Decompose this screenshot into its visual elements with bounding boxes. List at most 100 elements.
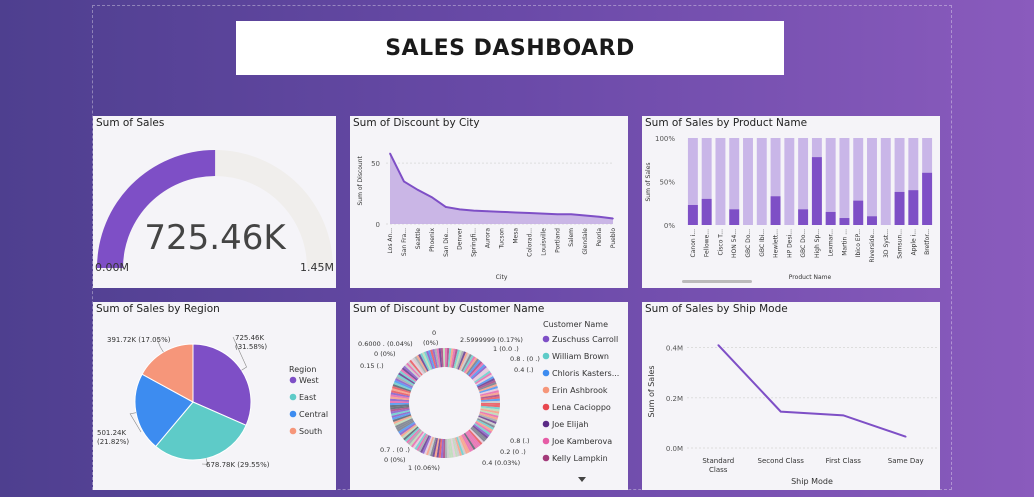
customer-data-label: 2.5999999 (0.17%) <box>460 336 523 344</box>
product-bar-remainder <box>743 138 753 225</box>
city-point <box>612 217 614 220</box>
customer-legend-label: William Brown <box>552 352 609 361</box>
city-point <box>458 208 461 211</box>
city-x-tick: Mesa <box>512 228 519 244</box>
region-slice-label: 725.46K <box>235 334 264 342</box>
shipmode-x-axis-label: Ship Mode <box>791 477 833 486</box>
shipmode-point <box>779 410 782 413</box>
product-x-tick: Canon i... <box>690 229 697 258</box>
product-x-tick: Cisco T... <box>717 229 724 256</box>
city-x-tick: Aurora <box>485 228 492 248</box>
region-legend-label: West <box>299 376 319 385</box>
city-point <box>500 211 503 213</box>
city-point <box>570 213 572 216</box>
city-point <box>403 180 405 183</box>
product-bar <box>729 209 740 225</box>
customer-legend-label: Lena Cacioppo <box>552 403 611 412</box>
product-bar-remainder <box>880 138 891 225</box>
customer-legend-marker <box>542 437 550 445</box>
region-pie-chart: 725.46K(31.58%) 678.78K (29.55%) 501.24K(2… <box>97 334 328 469</box>
region-slice-label: 678.78K (29.55%) <box>206 461 270 469</box>
customer-discount-card[interactable]: Sum of Discount by Customer Name 0 (0%) 2.… <box>350 302 628 490</box>
region-legend-marker <box>289 410 297 418</box>
dashboard-title-box: SALES DASHBOARD <box>236 21 784 75</box>
shipmode-line-chart: 0.0M 0.2M 0.4M Sum of Sales StandardClass Sec… <box>647 344 937 486</box>
product-x-tick: GBC Do... <box>745 229 752 258</box>
product-x-tick: Apple i... <box>910 229 917 255</box>
city-point <box>598 215 600 218</box>
region-sales-card[interactable]: Sum of Sales by Region 725.46K (31.58%) 67… <box>93 302 336 490</box>
city-point <box>417 189 419 191</box>
product-x-tick: 3D Syst... <box>883 229 890 258</box>
shipmode-sales-card[interactable]: Sum of Sales by Ship Mode 0.0M 0.2M 0.4M Su… <box>642 302 940 490</box>
product-x-tick: Riverside... <box>869 229 876 263</box>
customer-legend-marker <box>542 386 550 394</box>
product-x-tick: Fellowe... <box>704 229 711 257</box>
shipmode-line <box>717 344 907 438</box>
city-y-axis-label: Sum of Discount <box>357 155 364 205</box>
dashboard-title: SALES DASHBOARD <box>385 35 635 61</box>
customer-legend-marker <box>542 454 550 462</box>
product-y-tick: 100% <box>655 135 675 143</box>
customer-data-label: 1 (0.0 .) <box>493 345 519 353</box>
customer-legend-title: Customer Name <box>543 320 608 329</box>
shipmode-x-tick: First Class <box>826 457 862 465</box>
product-scrollbar <box>682 280 752 283</box>
customer-data-label: 0.4 (0.03%) <box>482 459 520 467</box>
city-point <box>431 196 433 199</box>
region-slice-pct: (21.82%) <box>97 438 129 446</box>
shipmode-point <box>842 414 845 417</box>
customer-data-label: 0.8 (.) <box>510 437 530 445</box>
product-bar <box>867 216 877 225</box>
customer-data-label: 1 (0.06%) <box>408 464 440 472</box>
shipmode-y-tick: 0.4M <box>666 345 683 353</box>
region-legend-marker <box>289 427 297 435</box>
shipmode-y-tick: 0.2M <box>666 395 683 403</box>
product-x-tick: Hewlett... <box>773 229 780 258</box>
product-bar-remainder <box>867 138 877 225</box>
city-x-tick: San Die... <box>443 228 450 257</box>
customer-legend-marker <box>542 403 550 411</box>
customer-data-label: (0%) <box>423 339 438 347</box>
product-bar <box>908 190 919 225</box>
region-slice-label: 391.72K (17.05%) <box>107 336 171 344</box>
customer-data-label: 0.2 (0 .) <box>500 448 526 456</box>
customer-legend-label: Kelly Lampkin <box>552 454 608 463</box>
region-slice-pct: (31.58%) <box>235 343 267 351</box>
gauge-value: 725.46K <box>144 218 287 258</box>
city-x-tick: Seattle <box>415 228 422 250</box>
city-discount-card[interactable]: Sum of Discount by City 0 50 Sum of Discou… <box>350 116 628 288</box>
city-x-tick: Peoria <box>596 228 603 247</box>
gauge-chart: 725.46K 0.00M 1.45M <box>95 149 334 274</box>
city-point <box>444 206 447 208</box>
product-y-tick: 50% <box>659 179 675 187</box>
product-x-tick: HON 54... <box>731 229 738 258</box>
product-x-tick: Lexmar... <box>828 229 835 257</box>
product-bar-remainder <box>756 138 767 225</box>
legend-scroll-down-icon[interactable] <box>578 477 586 482</box>
region-legend-marker <box>289 393 297 401</box>
product-bar <box>922 172 933 225</box>
customer-donut-chart: 0 (0%) 2.5999999 (0.17%) 0.6000 . (0.04%) 1 … <box>358 320 619 482</box>
customer-legend-marker <box>542 352 550 360</box>
gauge-card[interactable]: Sum of Sales 725.46K 0.00M 1.45M <box>93 116 336 288</box>
product-x-tick: GBC Ibi... <box>759 229 766 257</box>
shipmode-x-tick: Same Day <box>888 457 924 465</box>
city-x-tick: Los An... <box>387 228 394 254</box>
product-x-tick: Ibico EP... <box>855 229 862 257</box>
product-y-axis-label: Sum of Sales <box>645 162 652 201</box>
city-point <box>528 212 531 214</box>
product-bar <box>687 204 698 225</box>
customer-data-label: 0.8 . (0 .) <box>510 355 540 363</box>
product-sales-card[interactable]: Sum of Sales by Product Name 0% 50% 100% Su… <box>642 116 940 288</box>
city-point <box>472 209 475 212</box>
city-area-fill <box>390 153 613 224</box>
city-x-tick: Colorad... <box>526 228 533 257</box>
city-point <box>542 212 545 215</box>
customer-data-label: 0 <box>432 329 436 337</box>
customer-data-label: 0 (0%) <box>374 350 396 358</box>
city-x-tick: San Fra... <box>401 228 408 256</box>
customer-legend-label: Joe Kamberova <box>551 437 612 446</box>
customer-data-label: 0.7 . (0 .) <box>380 446 410 454</box>
city-x-tick: Louisville <box>540 228 547 256</box>
